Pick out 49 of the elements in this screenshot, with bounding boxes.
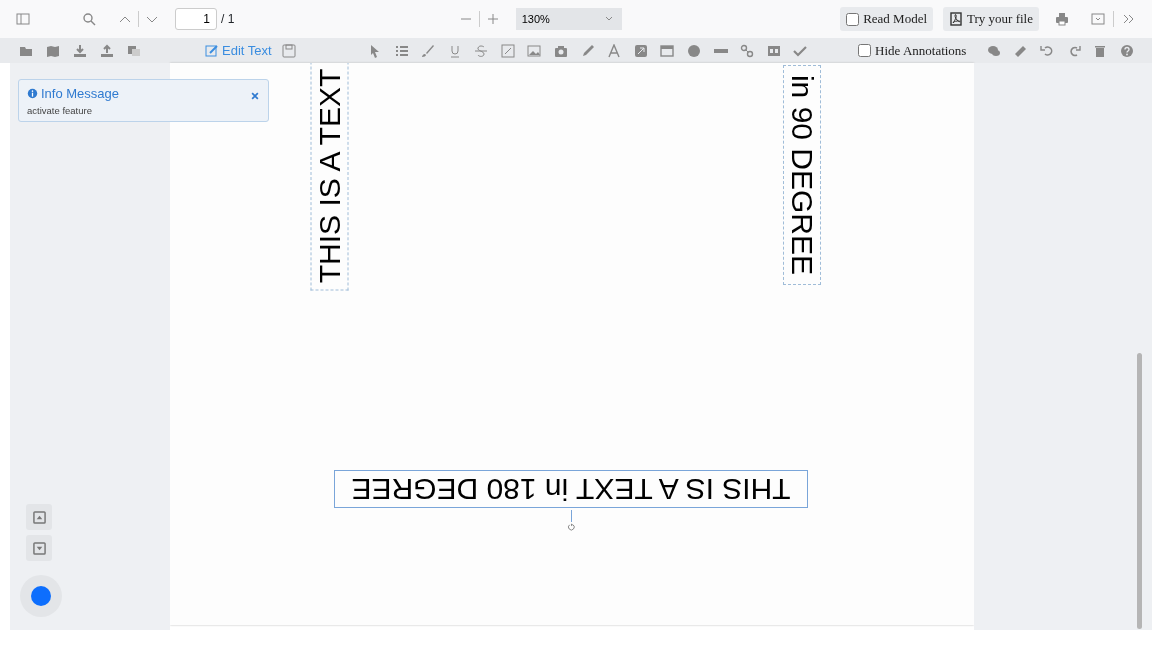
- help-icon: [1119, 43, 1134, 58]
- map-icon: [45, 43, 60, 58]
- printer-icon: [1055, 12, 1069, 26]
- info-message-text: activate feature: [27, 103, 93, 118]
- scroll-up-button[interactable]: [26, 504, 52, 530]
- edit-icon: [205, 43, 219, 58]
- page-count: / 1: [221, 11, 235, 28]
- camera-icon: [554, 43, 569, 58]
- read-model-toggle[interactable]: Read Model: [840, 7, 934, 31]
- triangle-down-icon: [32, 541, 46, 555]
- brush-icon: [421, 43, 436, 58]
- image-icon: [527, 43, 542, 58]
- search-icon: [82, 12, 96, 26]
- scrollbar[interactable]: [1137, 353, 1142, 629]
- plus-icon: [485, 12, 500, 26]
- dot-icon: [31, 586, 51, 606]
- zoom-select[interactable]: 130%: [515, 8, 622, 30]
- scroll-down-button[interactable]: [26, 535, 52, 561]
- check-icon: [793, 43, 808, 58]
- page-number-field[interactable]: 1: [175, 8, 217, 30]
- hide-annotations-toggle[interactable]: Hide Annotations: [858, 40, 967, 61]
- record-button[interactable]: [20, 575, 62, 617]
- try-your-file-button[interactable]: Try your file: [943, 7, 1039, 31]
- double-chevron-icon: [1122, 12, 1136, 26]
- rotated-text[interactable]: THIS IS A TEXT in 180 DEGREE: [334, 470, 808, 508]
- strikethrough-icon: [474, 43, 489, 58]
- close-icon: [250, 90, 260, 101]
- pencil-icon: [580, 43, 595, 58]
- pages-icon: [126, 43, 141, 58]
- triangle-up-icon: [32, 510, 46, 524]
- info-icon: [27, 88, 38, 100]
- circle-icon: [687, 43, 702, 58]
- comments-icon: [986, 43, 1001, 58]
- rotate-icon: [566, 522, 576, 532]
- hide-annotations-checkbox[interactable]: [858, 44, 872, 57]
- eraser-icon: [1013, 43, 1028, 58]
- info-message-title: Info Message: [27, 84, 120, 104]
- rotated-text[interactable]: in 90 DEGREE: [783, 65, 821, 285]
- text-icon: [607, 43, 622, 58]
- sidebar-icon: [16, 12, 30, 26]
- upload-icon: [99, 43, 114, 58]
- trash-icon: [1093, 43, 1108, 58]
- pdf-file-icon: [949, 12, 964, 26]
- list-icon: [394, 43, 409, 58]
- undo-icon: [1039, 43, 1054, 58]
- link-icon: [740, 43, 755, 58]
- arrow-box-icon: [633, 43, 648, 58]
- rectangle-icon: [660, 43, 675, 58]
- read-model-checkbox[interactable]: [846, 12, 860, 26]
